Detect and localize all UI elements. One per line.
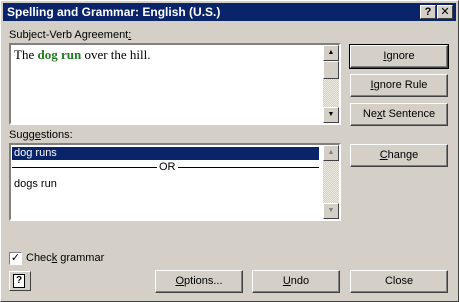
suggestions-label: Suggestions: <box>9 129 73 141</box>
title-bar: Spelling and Grammar: English (U.S.) ? ✕ <box>3 3 456 21</box>
sentence-box[interactable]: The dog run over the hill. ▲ ▼ <box>9 43 341 125</box>
scroll-thumb[interactable] <box>323 61 339 79</box>
next-sentence-button[interactable]: Next Sentence <box>350 103 448 126</box>
check-grammar-checkbox[interactable]: ✓ <box>9 252 22 265</box>
close-button[interactable]: Close <box>350 270 448 293</box>
suggestion-item-dogs-run[interactable]: dogs run <box>12 178 57 191</box>
suggestion-item-dog-runs[interactable]: dog runs <box>12 147 319 160</box>
scroll-up-arrow-icon[interactable]: ▲ <box>323 45 339 61</box>
sentence-text: The dog run over the hill. <box>14 47 151 62</box>
scroll-down-arrow-icon[interactable]: ▼ <box>323 107 339 123</box>
check-grammar-label: Check grammar <box>26 252 105 264</box>
suggestions-scrollbar[interactable]: ▲ ▼ <box>323 145 339 219</box>
help-icon: ? <box>13 274 25 288</box>
assistant-help-button[interactable]: ? <box>9 271 31 291</box>
grammar-error-text: dog run <box>37 47 82 62</box>
close-title-button[interactable]: ✕ <box>437 5 453 19</box>
sentence-scrollbar[interactable]: ▲ ▼ <box>323 45 339 123</box>
ignore-rule-button[interactable]: Ignore Rule <box>350 74 448 97</box>
help-title-button[interactable]: ? <box>420 5 436 19</box>
scroll-down-arrow-icon[interactable]: ▼ <box>323 203 339 219</box>
error-type-label: Subject-Verb Agreement: <box>9 29 132 41</box>
options-button[interactable]: Options... <box>155 270 243 293</box>
close-icon: ✕ <box>440 6 450 18</box>
question-mark-icon: ? <box>424 6 432 18</box>
change-button[interactable]: Change <box>350 144 448 167</box>
window-title: Spelling and Grammar: English (U.S.) <box>7 5 221 19</box>
suggestions-list[interactable]: dog runs OR dogs run ▲ ▼ <box>9 143 341 221</box>
undo-button[interactable]: Undo <box>252 270 340 293</box>
scroll-up-arrow-icon[interactable]: ▲ <box>323 145 339 161</box>
ignore-button[interactable]: Ignore <box>349 44 449 69</box>
spelling-grammar-dialog: Spelling and Grammar: English (U.S.) ? ✕… <box>0 0 459 302</box>
or-separator: OR <box>12 161 319 173</box>
